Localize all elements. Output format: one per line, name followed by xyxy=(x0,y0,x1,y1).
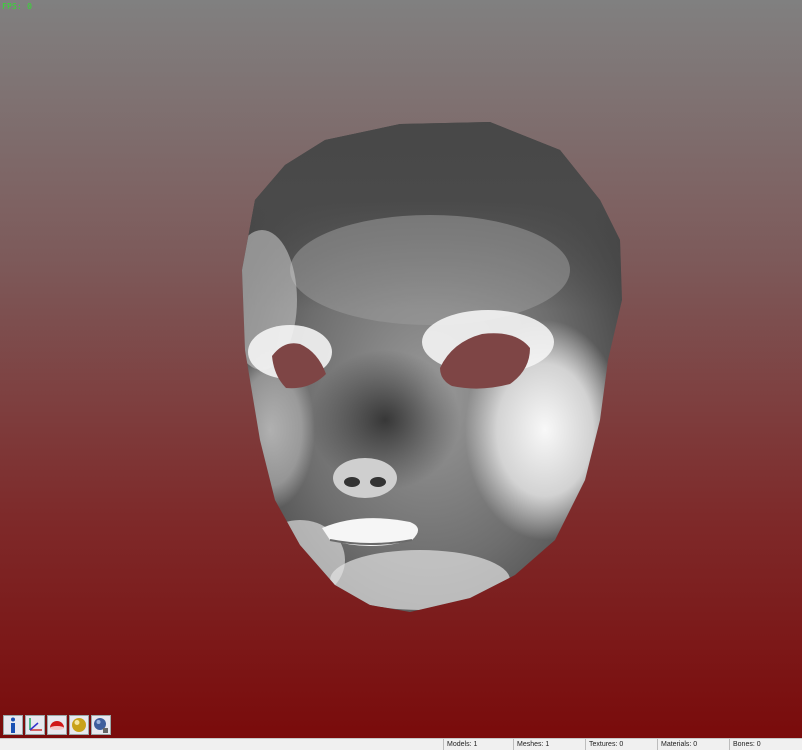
info-button[interactable] xyxy=(3,715,23,735)
status-models: Models: 1 xyxy=(443,739,513,750)
globe-icon xyxy=(94,718,108,733)
status-textures: Textures: 0 xyxy=(585,739,657,750)
status-bones: Bones: 0 xyxy=(729,739,802,750)
status-meshes: Meshes: 1 xyxy=(513,739,585,750)
3d-viewport[interactable]: FPS: 0 xyxy=(0,0,802,738)
info-icon xyxy=(11,717,15,733)
axes-icon xyxy=(29,718,42,731)
sphere-button[interactable] xyxy=(69,715,89,735)
sphere-icon xyxy=(72,718,86,732)
viewer-toolbar xyxy=(3,713,111,737)
status-materials: Materials: 0 xyxy=(657,739,729,750)
hemisphere-button[interactable] xyxy=(47,715,67,735)
face-mask-model xyxy=(242,122,622,612)
status-bar: Models: 1 Meshes: 1 Textures: 0 Material… xyxy=(0,738,802,750)
globe-button[interactable] xyxy=(91,715,111,735)
axes-button[interactable] xyxy=(25,715,45,735)
hemisphere-icon xyxy=(50,721,64,730)
